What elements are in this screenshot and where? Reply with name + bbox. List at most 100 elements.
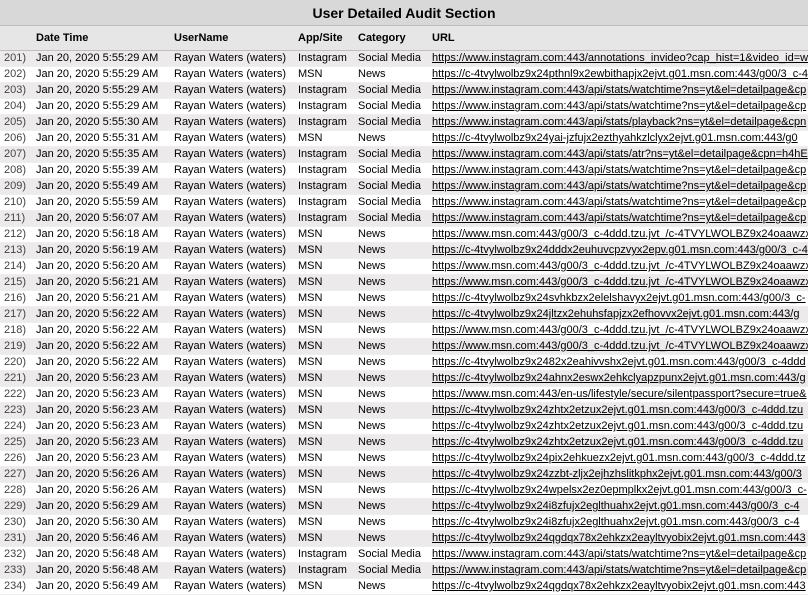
table-body: 201)Jan 20, 2020 5:55:29 AMRayan Waters …: [0, 51, 808, 595]
cell-category: Social Media: [358, 211, 432, 226]
cell-username: Rayan Waters (waters): [174, 67, 298, 82]
cell-appsite: MSN: [298, 323, 358, 338]
table-row: 203)Jan 20, 2020 5:55:29 AMRayan Waters …: [0, 83, 808, 99]
cell-datetime: Jan 20, 2020 5:55:31 AM: [36, 131, 174, 146]
cell-appsite: MSN: [298, 403, 358, 418]
cell-appsite: Instagram: [298, 147, 358, 162]
cell-appsite: MSN: [298, 227, 358, 242]
cell-category: Social Media: [358, 115, 432, 130]
cell-datetime: Jan 20, 2020 5:56:21 AM: [36, 291, 174, 306]
cell-index: 231): [0, 531, 36, 546]
cell-url-link[interactable]: https://c-4tvylwolbz9x24i8zfujx2eglthuah…: [432, 499, 808, 514]
cell-url-link[interactable]: https://c-4tvylwolbz9x24qgdqx78x2ehkzx2e…: [432, 579, 808, 594]
cell-url-link[interactable]: https://c-4tvylwolbz9x24jltzx2ehuhsfapjz…: [432, 307, 808, 322]
cell-category: News: [358, 339, 432, 354]
cell-url-link[interactable]: https://www.instagram.com:443/api/stats/…: [432, 179, 808, 194]
cell-appsite: MSN: [298, 435, 358, 450]
cell-index: 206): [0, 131, 36, 146]
col-index: [0, 32, 36, 44]
cell-url-link[interactable]: https://www.msn.com:443/en-us/lifestyle/…: [432, 387, 808, 402]
table-row: 205)Jan 20, 2020 5:55:30 AMRayan Waters …: [0, 115, 808, 131]
cell-url-link[interactable]: https://www.instagram.com:443/api/stats/…: [432, 195, 808, 210]
table-row: 220)Jan 20, 2020 5:56:22 AMRayan Waters …: [0, 355, 808, 371]
table-row: 217)Jan 20, 2020 5:56:22 AMRayan Waters …: [0, 307, 808, 323]
cell-category: News: [358, 419, 432, 434]
cell-appsite: MSN: [298, 499, 358, 514]
cell-url-link[interactable]: https://c-4tvylwolbz9x24pix2ehkuezx2ejvt…: [432, 451, 808, 466]
cell-datetime: Jan 20, 2020 5:56:30 AM: [36, 515, 174, 530]
cell-username: Rayan Waters (waters): [174, 579, 298, 594]
cell-url-link[interactable]: https://www.instagram.com:443/api/stats/…: [432, 547, 808, 562]
cell-url-link[interactable]: https://c-4tvylwolbz9x24qgdqx78x2ehkzx2e…: [432, 531, 808, 546]
cell-url-link[interactable]: https://www.instagram.com:443/annotation…: [432, 51, 808, 66]
cell-url-link[interactable]: https://c-4tvylwolbz9x24yai-jzfujx2ezthy…: [432, 131, 808, 146]
cell-url-link[interactable]: https://c-4tvylwolbz9x24i8zfujx2eglthuah…: [432, 515, 808, 530]
cell-datetime: Jan 20, 2020 5:55:35 AM: [36, 147, 174, 162]
cell-appsite: MSN: [298, 515, 358, 530]
cell-datetime: Jan 20, 2020 5:56:49 AM: [36, 579, 174, 594]
cell-url-link[interactable]: https://www.msn.com:443/g00/3_c-4ddd.tzu…: [432, 275, 808, 290]
cell-url-link[interactable]: https://c-4tvylwolbz9x24zhtx2etzux2ejvt.…: [432, 435, 808, 450]
cell-category: News: [358, 259, 432, 274]
cell-category: News: [358, 451, 432, 466]
cell-url-link[interactable]: https://c-4tvylwolbz9x24zhtx2etzux2ejvt.…: [432, 403, 808, 418]
cell-url-link[interactable]: https://www.instagram.com:443/api/stats/…: [432, 115, 808, 130]
cell-category: Social Media: [358, 99, 432, 114]
table-row: 212)Jan 20, 2020 5:56:18 AMRayan Waters …: [0, 227, 808, 243]
cell-datetime: Jan 20, 2020 5:56:29 AM: [36, 499, 174, 514]
cell-appsite: Instagram: [298, 163, 358, 178]
cell-appsite: MSN: [298, 339, 358, 354]
cell-category: News: [358, 371, 432, 386]
cell-datetime: Jan 20, 2020 5:55:29 AM: [36, 99, 174, 114]
cell-username: Rayan Waters (waters): [174, 499, 298, 514]
cell-url-link[interactable]: https://www.msn.com:443/g00/3_c-4ddd.tzu…: [432, 259, 808, 274]
cell-username: Rayan Waters (waters): [174, 387, 298, 402]
col-appsite: App/Site: [298, 32, 358, 44]
cell-appsite: Instagram: [298, 563, 358, 578]
table-row: 230)Jan 20, 2020 5:56:30 AMRayan Waters …: [0, 515, 808, 531]
table-row: 231)Jan 20, 2020 5:56:46 AMRayan Waters …: [0, 531, 808, 547]
cell-datetime: Jan 20, 2020 5:56:22 AM: [36, 323, 174, 338]
cell-category: News: [358, 243, 432, 258]
cell-datetime: Jan 20, 2020 5:56:23 AM: [36, 451, 174, 466]
cell-index: 209): [0, 179, 36, 194]
cell-url-link[interactable]: https://www.instagram.com:443/api/stats/…: [432, 163, 808, 178]
cell-category: Social Media: [358, 163, 432, 178]
cell-appsite: Instagram: [298, 547, 358, 562]
cell-url-link[interactable]: https://www.instagram.com:443/api/stats/…: [432, 83, 808, 98]
cell-username: Rayan Waters (waters): [174, 291, 298, 306]
cell-appsite: MSN: [298, 355, 358, 370]
cell-url-link[interactable]: https://www.instagram.com:443/api/stats/…: [432, 99, 808, 114]
cell-index: 234): [0, 579, 36, 594]
cell-index: 212): [0, 227, 36, 242]
cell-datetime: Jan 20, 2020 5:56:22 AM: [36, 339, 174, 354]
cell-url-link[interactable]: https://www.msn.com:443/g00/3_c-4ddd.tzu…: [432, 227, 808, 242]
cell-datetime: Jan 20, 2020 5:56:23 AM: [36, 419, 174, 434]
cell-url-link[interactable]: https://c-4tvylwolbz9x24wpelsx2ez0epmplk…: [432, 483, 808, 498]
cell-url-link[interactable]: https://c-4tvylwolbz9x24svhkbzx2elelshav…: [432, 291, 808, 306]
col-url: URL: [432, 32, 808, 44]
cell-category: News: [358, 291, 432, 306]
cell-datetime: Jan 20, 2020 5:55:39 AM: [36, 163, 174, 178]
cell-url-link[interactable]: https://c-4tvylwolbz9x2482x2eahivvshx2ej…: [432, 355, 808, 370]
cell-username: Rayan Waters (waters): [174, 403, 298, 418]
cell-datetime: Jan 20, 2020 5:56:21 AM: [36, 275, 174, 290]
cell-url-link[interactable]: https://www.instagram.com:443/api/stats/…: [432, 563, 808, 578]
col-datetime: Date Time: [36, 32, 174, 44]
cell-username: Rayan Waters (waters): [174, 531, 298, 546]
cell-url-link[interactable]: https://www.instagram.com:443/api/stats/…: [432, 147, 808, 162]
table-row: 214)Jan 20, 2020 5:56:20 AMRayan Waters …: [0, 259, 808, 275]
cell-url-link[interactable]: https://www.msn.com:443/g00/3_c-4ddd.tzu…: [432, 339, 808, 354]
cell-url-link[interactable]: https://c-4tvylwolbz9x24zzbt-zljx2ejhzhs…: [432, 467, 808, 482]
cell-appsite: MSN: [298, 467, 358, 482]
cell-url-link[interactable]: https://c-4tvylwolbz9x24ahnx2eswx2ehkcly…: [432, 371, 808, 386]
cell-username: Rayan Waters (waters): [174, 115, 298, 130]
cell-category: News: [358, 67, 432, 82]
cell-url-link[interactable]: https://c-4tvylwolbz9x24zhtx2etzux2ejvt.…: [432, 419, 808, 434]
cell-url-link[interactable]: https://www.msn.com:443/g00/3_c-4ddd.tzu…: [432, 323, 808, 338]
cell-url-link[interactable]: https://www.instagram.com:443/api/stats/…: [432, 211, 808, 226]
cell-url-link[interactable]: https://c-4tvylwolbz9x24dddx2euhuvcpzvyx…: [432, 243, 808, 258]
cell-url-link[interactable]: https://c-4tvylwolbz9x24pthnl9x2ewbithap…: [432, 67, 808, 82]
cell-username: Rayan Waters (waters): [174, 83, 298, 98]
cell-index: 223): [0, 403, 36, 418]
